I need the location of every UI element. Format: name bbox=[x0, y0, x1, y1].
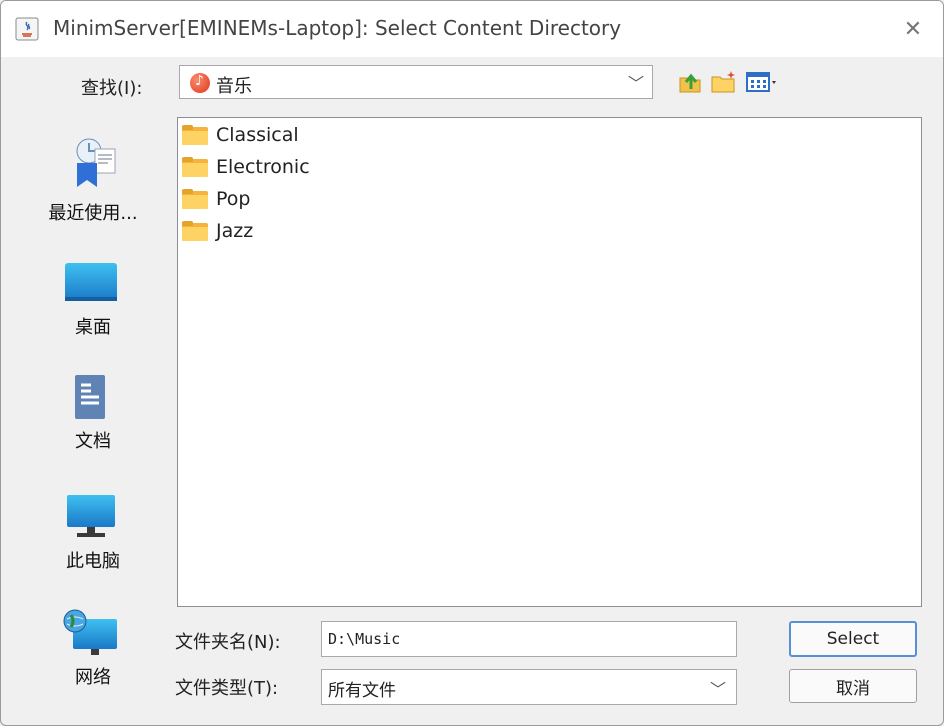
place-network-label: 网络 bbox=[75, 667, 111, 688]
folder-icon bbox=[182, 221, 208, 241]
place-desktop[interactable]: 桌面 bbox=[23, 259, 163, 369]
file-type-select[interactable]: 所有文件 ﹀ bbox=[321, 669, 737, 705]
view-menu-button[interactable] bbox=[743, 65, 783, 99]
documents-icon bbox=[75, 375, 105, 419]
music-icon bbox=[190, 73, 210, 93]
look-in-label: 查找(I): bbox=[81, 78, 143, 99]
dialog-window: MinimServer[EMINEMs-Laptop]: Select Cont… bbox=[0, 0, 944, 726]
chevron-down-icon[interactable]: ﹀ bbox=[710, 676, 726, 700]
select-button[interactable]: Select bbox=[789, 621, 917, 657]
folder-name-label: 文件夹名(N): bbox=[175, 632, 281, 653]
place-this-pc-label: 此电脑 bbox=[66, 551, 120, 572]
place-this-pc[interactable]: 此电脑 bbox=[23, 493, 163, 603]
new-folder-icon bbox=[711, 71, 735, 93]
look-in-combobox[interactable]: 音乐 ﹀ bbox=[179, 65, 653, 99]
computer-icon bbox=[67, 495, 115, 537]
cancel-button[interactable]: 取消 bbox=[789, 669, 917, 703]
close-icon: ✕ bbox=[903, 16, 923, 42]
title-bar: MinimServer[EMINEMs-Laptop]: Select Cont… bbox=[1, 1, 943, 57]
look-in-value: 音乐 bbox=[216, 76, 252, 97]
folder-name-value: D:\Music bbox=[328, 630, 401, 648]
folder-icon bbox=[182, 157, 208, 177]
new-folder-button[interactable] bbox=[709, 65, 739, 99]
up-folder-icon bbox=[679, 73, 701, 93]
place-recent-label: 最近使用... bbox=[48, 203, 138, 224]
recent-icon bbox=[76, 138, 116, 187]
places-bar: 最近使用... 桌面 文档 此电脑 网络 bbox=[23, 119, 163, 719]
java-app-icon bbox=[15, 17, 39, 41]
place-network[interactable]: 网络 bbox=[23, 609, 163, 719]
desktop-icon bbox=[65, 263, 117, 301]
folder-name-field[interactable]: D:\Music bbox=[321, 621, 737, 657]
place-recent[interactable]: 最近使用... bbox=[23, 133, 163, 243]
file-name: Jazz bbox=[216, 220, 254, 242]
chevron-down-icon[interactable]: ﹀ bbox=[628, 70, 644, 94]
list-item[interactable]: Electronic bbox=[180, 152, 310, 182]
close-button[interactable]: ✕ bbox=[899, 15, 927, 43]
file-list[interactable]: Classical Electronic Pop Jazz bbox=[177, 117, 922, 607]
file-type-value: 所有文件 bbox=[328, 681, 396, 701]
list-item[interactable]: Pop bbox=[180, 184, 250, 214]
window-title: MinimServer[EMINEMs-Laptop]: Select Cont… bbox=[53, 16, 622, 40]
file-type-label: 文件类型(T): bbox=[175, 678, 279, 699]
place-documents-label: 文档 bbox=[75, 431, 111, 452]
up-one-level-button[interactable] bbox=[675, 65, 705, 99]
file-name: Classical bbox=[216, 124, 299, 146]
folder-icon bbox=[182, 125, 208, 145]
list-item[interactable]: Jazz bbox=[180, 216, 253, 246]
list-item[interactable]: Classical bbox=[180, 120, 299, 150]
view-menu-icon bbox=[746, 72, 776, 92]
place-documents[interactable]: 文档 bbox=[23, 373, 163, 483]
file-name: Pop bbox=[216, 188, 251, 210]
place-desktop-label: 桌面 bbox=[75, 317, 111, 338]
network-icon bbox=[63, 609, 117, 655]
folder-icon bbox=[182, 189, 208, 209]
file-name: Electronic bbox=[216, 156, 310, 178]
